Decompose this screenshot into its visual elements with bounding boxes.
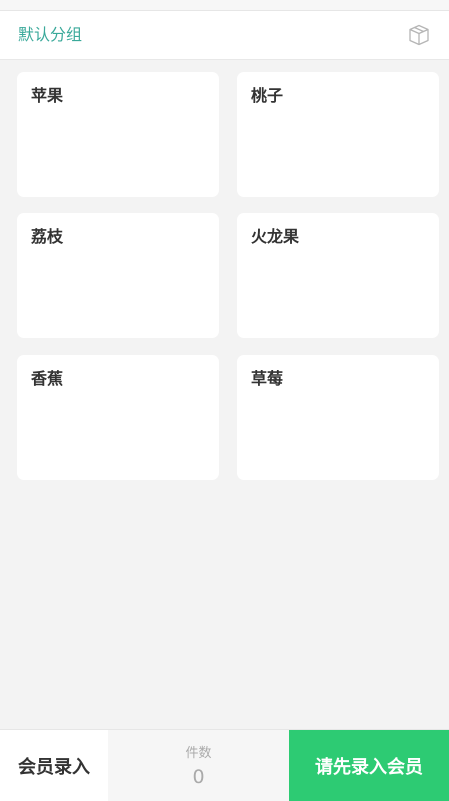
product-name: 香蕉 (31, 369, 64, 388)
product-card[interactable]: 苹果 (17, 72, 219, 197)
group-title[interactable]: 默认分组 (18, 24, 82, 46)
submit-button[interactable]: 请先录入会员 (289, 730, 449, 801)
package-box-icon[interactable] (407, 23, 431, 47)
top-status-strip (0, 0, 449, 11)
product-card[interactable]: 桃子 (237, 72, 439, 197)
product-card[interactable]: 草莓 (237, 355, 439, 480)
product-name: 桃子 (251, 86, 284, 105)
product-card[interactable]: 荔枝 (17, 213, 219, 338)
product-name: 火龙果 (251, 227, 300, 246)
item-count-label: 件数 (185, 746, 212, 761)
product-name: 苹果 (31, 86, 64, 105)
item-count-value: 0 (192, 766, 205, 788)
product-card[interactable]: 香蕉 (17, 355, 219, 480)
bottom-action-bar: 会员录入 件数 0 请先录入会员 (0, 729, 449, 801)
product-name: 草莓 (251, 369, 284, 388)
product-card[interactable]: 火龙果 (237, 213, 439, 338)
group-header[interactable]: 默认分组 (0, 11, 449, 60)
product-name: 荔枝 (31, 227, 64, 246)
item-count-area: 件数 0 (108, 730, 289, 801)
member-entry-button[interactable]: 会员录入 (0, 730, 108, 801)
